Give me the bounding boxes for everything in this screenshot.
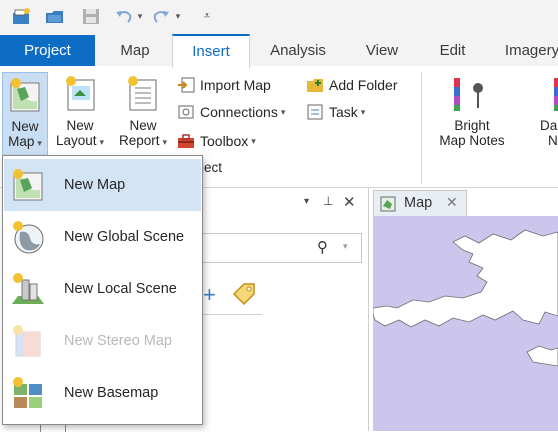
- dark-map-notes-label-line1: Da: [540, 118, 558, 133]
- ribbon-group-separator: [421, 72, 422, 184]
- pin-icon[interactable]: ⊥: [323, 194, 333, 208]
- chevron-down-icon: ▾: [360, 107, 366, 117]
- bright-map-notes-icon: [454, 78, 486, 114]
- map-land: [373, 229, 558, 367]
- chevron-down-icon: ▾: [280, 107, 286, 117]
- new-report-icon: [126, 76, 158, 112]
- import-map-button[interactable]: Import Map: [177, 74, 271, 96]
- tab-insert[interactable]: Insert: [172, 34, 250, 68]
- add-icon[interactable]: +: [203, 282, 216, 308]
- search-icon[interactable]: ⚲: [317, 238, 328, 256]
- edit-tag-icon[interactable]: [230, 280, 258, 311]
- menu-item-label: New Global Scene: [64, 229, 185, 245]
- bright-map-notes-label-line2: Map Notes: [439, 133, 505, 148]
- chevron-down-icon: ▾: [99, 137, 105, 147]
- redo-dropdown-icon[interactable]: ▾: [172, 6, 184, 26]
- new-layout-label-line2: Layout: [55, 133, 97, 148]
- task-icon: [306, 103, 324, 121]
- customize-qat-icon[interactable]: ⩡: [200, 6, 214, 26]
- add-folder-button[interactable]: Add Folder: [306, 74, 397, 96]
- map-tab-icon: [380, 196, 396, 216]
- toolbox-button[interactable]: Toolbox ▾: [177, 130, 256, 152]
- import-map-icon: [177, 76, 195, 94]
- new-map-button[interactable]: New Map ▾: [2, 72, 48, 158]
- task-label: Task: [329, 104, 358, 120]
- menu-item-label: New Local Scene: [64, 281, 177, 297]
- redo-icon[interactable]: [150, 6, 172, 26]
- new-report-label-line1: New: [129, 118, 157, 133]
- new-map-label-line1: New: [11, 119, 39, 134]
- task-button[interactable]: Task ▾: [306, 101, 365, 123]
- new-map-icon: [10, 168, 46, 202]
- undo-icon[interactable]: [113, 6, 135, 26]
- dark-map-notes-button[interactable]: Da N: [532, 72, 558, 156]
- chevron-down-icon: ▾: [251, 136, 256, 146]
- new-project-icon[interactable]: [10, 6, 32, 26]
- chevron-down-icon: ▾: [37, 138, 42, 148]
- toolbox-icon: [177, 132, 195, 150]
- save-project-icon[interactable]: [80, 6, 102, 26]
- add-folder-icon: [306, 76, 324, 94]
- undo-dropdown-icon[interactable]: ▾: [134, 6, 146, 26]
- tab-view[interactable]: View: [352, 35, 412, 67]
- project-group-label: ject: [201, 160, 223, 175]
- new-layout-label-line1: New: [66, 118, 94, 133]
- tab-map[interactable]: Map: [104, 35, 166, 67]
- new-layout-icon: [64, 76, 96, 112]
- add-folder-label: Add Folder: [329, 77, 398, 93]
- tab-imagery[interactable]: Imagery: [492, 35, 558, 67]
- new-layout-button[interactable]: New Layout ▾: [54, 72, 106, 156]
- menu-item-label: New Map: [64, 177, 126, 193]
- dark-map-notes-label-line2: N: [548, 133, 558, 148]
- map-view[interactable]: [373, 216, 558, 431]
- globe-icon: [10, 220, 46, 254]
- menu-item-new-map[interactable]: New Map: [4, 159, 201, 211]
- tab-edit[interactable]: Edit: [425, 35, 480, 67]
- quick-access-toolbar: ▾ ▾ ⩡: [0, 0, 558, 32]
- connections-label: Connections: [200, 104, 278, 120]
- menu-item-new-stereo-map: New Stereo Map: [4, 315, 201, 367]
- import-map-label: Import Map: [200, 77, 271, 93]
- connections-icon: [177, 103, 195, 121]
- new-map-label-line2: Map: [8, 134, 35, 149]
- local-scene-icon: [10, 272, 46, 306]
- menu-item-new-local-scene[interactable]: New Local Scene: [4, 263, 201, 315]
- map-view-tab[interactable]: Map ✕: [373, 190, 467, 217]
- bright-map-notes-label-line1: Bright: [454, 118, 490, 133]
- pane-options-icon[interactable]: ▾: [304, 196, 309, 207]
- stereo-map-icon: [10, 324, 46, 358]
- new-map-dropdown-menu: New Map New Global Scene New Local Scene…: [2, 155, 203, 425]
- chevron-down-icon[interactable]: ▾: [343, 241, 348, 252]
- dark-map-notes-icon: [554, 78, 558, 114]
- tab-analysis[interactable]: Analysis: [258, 35, 338, 67]
- map-tab-label: Map: [404, 195, 433, 211]
- menu-item-label: New Basemap: [64, 385, 159, 401]
- close-map-tab-icon[interactable]: ✕: [446, 194, 458, 211]
- connections-button[interactable]: Connections ▾: [177, 101, 285, 123]
- open-project-icon[interactable]: [44, 6, 66, 26]
- chevron-down-icon: ▾: [162, 137, 168, 147]
- tab-project[interactable]: Project: [0, 35, 95, 66]
- toolbox-label: Toolbox: [200, 133, 249, 149]
- new-map-icon: [9, 77, 41, 113]
- menu-item-label: New Stereo Map: [64, 333, 172, 349]
- new-report-label-line2: Report: [118, 133, 160, 148]
- menu-item-new-global-scene[interactable]: New Global Scene: [4, 211, 201, 263]
- menu-item-new-basemap[interactable]: New Basemap: [4, 367, 201, 419]
- bright-map-notes-button[interactable]: Bright Map Notes: [434, 72, 510, 156]
- close-pane-icon[interactable]: ✕: [343, 193, 356, 211]
- basemap-icon: [10, 376, 46, 410]
- new-report-button[interactable]: New Report ▾: [114, 72, 172, 156]
